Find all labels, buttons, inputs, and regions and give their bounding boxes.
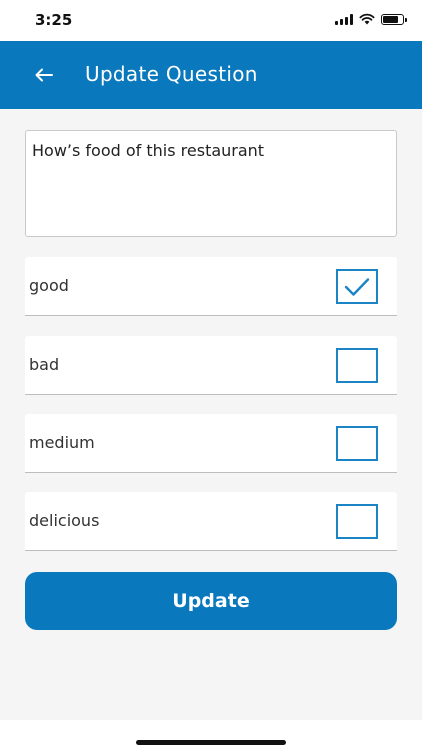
home-indicator — [136, 740, 286, 745]
status-bar: 3:25 — [0, 0, 422, 41]
option-row-bad[interactable]: bad — [25, 336, 397, 395]
option-checkbox-delicious[interactable] — [336, 504, 378, 539]
page-title: Update Question — [85, 62, 258, 86]
arrow-left-icon — [35, 68, 53, 82]
option-label: bad — [29, 355, 60, 374]
option-checkbox-good[interactable] — [336, 269, 378, 304]
option-row-good[interactable]: good — [25, 257, 397, 316]
checkmark-icon — [344, 277, 370, 296]
bottom-safe-area — [0, 720, 422, 750]
cellular-signal-icon — [335, 13, 353, 25]
status-icons — [335, 13, 407, 25]
option-label: good — [29, 276, 69, 295]
option-checkbox-medium[interactable] — [336, 426, 378, 461]
status-time: 3:25 — [35, 11, 73, 29]
option-checkbox-bad[interactable] — [336, 348, 378, 383]
option-label: delicious — [29, 511, 100, 530]
back-button[interactable] — [30, 61, 58, 89]
wifi-icon — [359, 13, 375, 25]
battery-icon — [381, 13, 407, 25]
option-label: medium — [29, 433, 95, 452]
update-button[interactable]: Update — [25, 572, 397, 630]
option-row-delicious[interactable]: delicious — [25, 492, 397, 551]
app-bar: Update Question — [0, 41, 422, 109]
option-row-medium[interactable]: medium — [25, 414, 397, 473]
question-input[interactable]: How’s food of this restaurant — [25, 130, 397, 237]
